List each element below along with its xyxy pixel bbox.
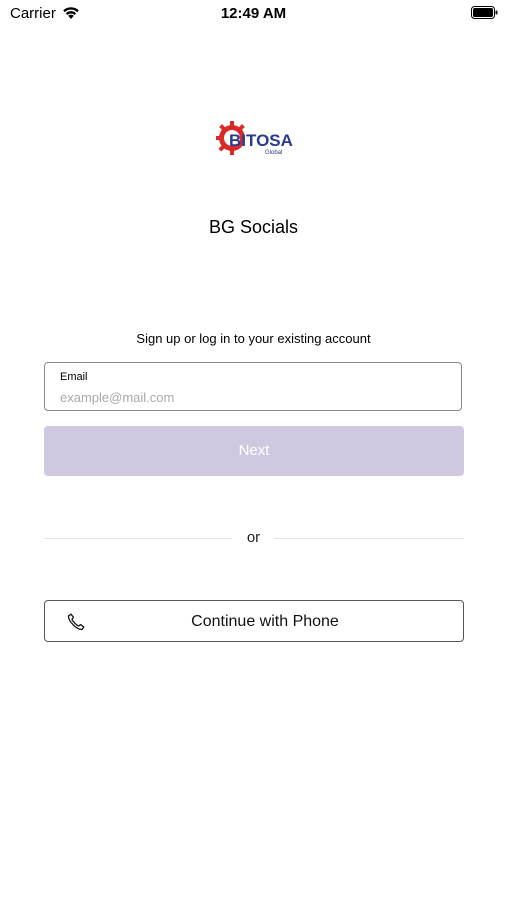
email-input[interactable] (60, 388, 440, 406)
svg-text:Global: Global (265, 150, 282, 156)
bitosa-logo-graphic: BITOSA Global (216, 121, 293, 156)
app-logo: BITOSA Global (215, 116, 295, 160)
status-bar: Carrier 12:49 AM (0, 0, 507, 28)
next-button[interactable]: Next (44, 426, 464, 476)
svg-text:BITOSA: BITOSA (229, 131, 293, 150)
divider-line-right (274, 538, 464, 539)
email-field[interactable]: Email (44, 362, 462, 411)
signin-subtitle: Sign up or log in to your existing accou… (136, 331, 371, 346)
continue-with-phone-button[interactable]: Continue with Phone (44, 600, 464, 642)
clock-time: 12:49 AM (220, 5, 287, 22)
app-title: BG Socials (208, 217, 299, 237)
continue-with-phone-label: Continue with Phone (191, 613, 339, 630)
email-label: Email (60, 371, 88, 383)
battery-icon (471, 6, 498, 19)
